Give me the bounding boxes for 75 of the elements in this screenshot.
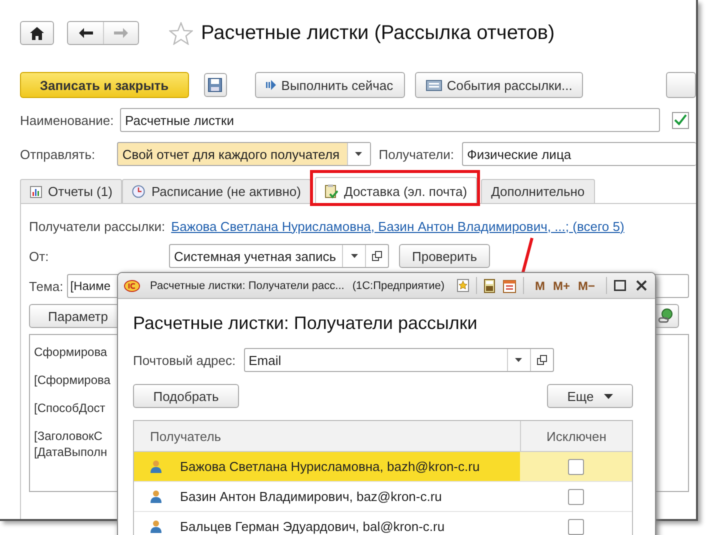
person-icon: [150, 520, 162, 533]
dialog-heading: Расчетные листки: Получатели рассылки: [133, 313, 478, 334]
name-label: Наименование:: [20, 112, 115, 128]
mailing-recipients-label: Получатели рассылки:: [29, 218, 166, 234]
subject-label: Тема:: [29, 278, 64, 294]
dropdown-icon: [350, 254, 358, 258]
right-arrow-icon: [114, 28, 128, 38]
message-line: [СпособДост: [34, 401, 106, 417]
maximize-icon[interactable]: [614, 280, 626, 291]
clock-icon: [132, 185, 146, 198]
bar-chart-icon: [30, 186, 42, 198]
recipients-label: Получатели:: [378, 146, 454, 162]
run-now-button[interactable]: Выполнить сейчас: [254, 72, 405, 98]
recipient-text: Базин Антон Владимирович, baz@kron-c.ru: [180, 489, 442, 504]
calendar-icon[interactable]: [502, 278, 516, 292]
checkbox[interactable]: [672, 112, 689, 128]
name-field[interactable]: Расчетные листки: [120, 108, 660, 132]
app-logo-icon: [124, 280, 140, 292]
recipients-link[interactable]: Бажова Светлана Нурисламовна, Базин Антон Владимирович, ...; (всего 5): [171, 218, 624, 234]
open-window-icon: [372, 251, 382, 261]
memory-button[interactable]: M−: [574, 278, 599, 292]
check-button[interactable]: Проверить: [399, 244, 490, 268]
recipient-text: Бажова Светлана Нурисламовна, bazh@kron-c.ru: [180, 459, 480, 474]
app-name: (1С:Предприятие): [352, 280, 445, 292]
save-and-close-button[interactable]: Записать и закрыть: [20, 72, 188, 98]
memory-button[interactable]: M+: [548, 278, 574, 292]
email-address-label: Почтовый адрес:: [133, 352, 236, 368]
checkbox[interactable]: [568, 488, 584, 504]
star-icon[interactable]: [169, 22, 193, 44]
pick-button[interactable]: Подобрать: [133, 384, 239, 408]
caret-icon: [604, 394, 613, 398]
message-line: Сформирова: [34, 345, 108, 361]
message-line: [ДатаВыполн: [34, 445, 108, 461]
close-icon[interactable]: [636, 280, 647, 291]
message-line: [ЗаголовокС: [34, 429, 102, 445]
from-dropdown[interactable]: Системная учетная запись: [169, 244, 389, 268]
table-row[interactable]: Бальцев Герман Эдуардович, bal@kron-c.ru: [134, 512, 632, 535]
person-icon: [150, 460, 162, 473]
send-mode-dropdown[interactable]: Свой отчет для каждого получателя: [117, 142, 371, 166]
tab[interactable]: Отчеты (1): [20, 179, 122, 203]
favorite-icon[interactable]: [456, 279, 469, 292]
checkbox[interactable]: [568, 458, 584, 474]
person-icon: [150, 490, 162, 503]
home-button[interactable]: [20, 21, 54, 45]
table-row[interactable]: Базин Антон Владимирович, baz@kron-c.ru: [134, 482, 632, 512]
memory-button[interactable]: M: [530, 278, 549, 292]
dropdown-icon: [355, 152, 362, 156]
email-address-dropdown[interactable]: Email: [244, 348, 554, 372]
message-line: [Сформирова: [34, 373, 110, 389]
form-title: Расчетные листки (Рассылка отчетов): [201, 22, 555, 44]
tab[interactable]: Дополнительно: [481, 179, 595, 203]
send-label: Отправлять:: [20, 146, 96, 162]
recipients-field[interactable]: Физические лица: [462, 142, 696, 166]
column-header[interactable]: Исключен: [520, 421, 632, 451]
from-label: От:: [29, 248, 50, 264]
more-button[interactable]: Еще: [547, 384, 633, 408]
left-arrow-icon: [78, 28, 92, 38]
dialog-title: Расчетные листки: Получатели расс...: [150, 280, 344, 292]
events-button[interactable]: События рассылки...: [414, 72, 584, 98]
tab[interactable]: Расписание (не активно): [122, 179, 311, 203]
column-header[interactable]: Получатель: [134, 421, 520, 451]
calculator-icon[interactable]: [484, 278, 495, 292]
table-row[interactable]: Бажова Светлана Нурисламовна, bazh@kron-c.ru: [134, 452, 632, 482]
play-icon: [266, 80, 276, 90]
dropdown-icon: [515, 358, 522, 362]
recipient-text: Бальцев Герман Эдуардович, bal@kron-c.ru: [180, 519, 445, 534]
open-window-icon: [536, 355, 547, 365]
globe-link-icon: [658, 308, 674, 324]
checkmark-icon: [674, 114, 687, 126]
clipboard-check-icon: [325, 184, 338, 198]
log-icon: [426, 80, 442, 90]
save-button[interactable]: [204, 73, 227, 97]
checkbox[interactable]: [568, 518, 584, 534]
tab[interactable]: Доставка (эл. почта): [315, 177, 478, 204]
home-icon: [30, 26, 44, 40]
